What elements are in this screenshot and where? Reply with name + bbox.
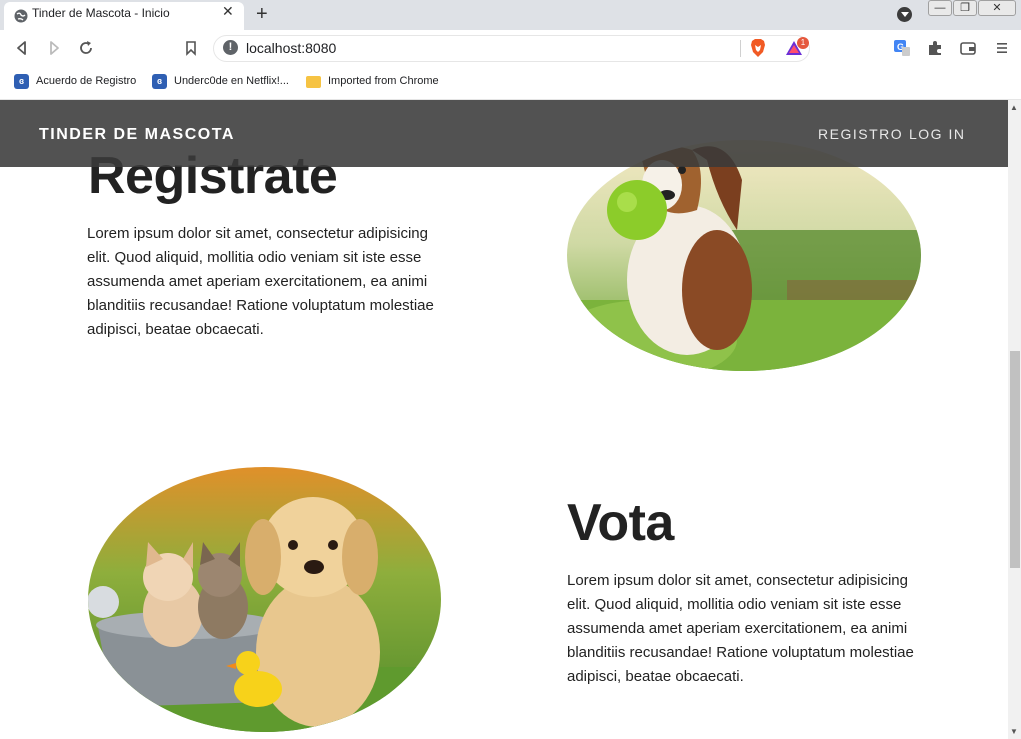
site-brand[interactable]: TINDER DE MASCOTA [39, 126, 235, 144]
back-icon[interactable] [14, 40, 30, 56]
restore-button[interactable]: ❐ [953, 0, 977, 16]
scrollbar-thumb[interactable] [1010, 351, 1020, 568]
bookmark-item[interactable]: ɞ Underc0de en Netflix!... [152, 73, 297, 91]
folder-icon [306, 76, 321, 88]
extensions-icon[interactable] [926, 39, 944, 57]
close-window-button[interactable]: ✕ [978, 0, 1016, 16]
beagle-image [567, 140, 921, 371]
reload-icon[interactable] [78, 40, 94, 56]
scroll-down-arrow-icon[interactable]: ▼ [1010, 727, 1018, 736]
bookmark-label: Acuerdo de Registro [36, 75, 137, 87]
bookmark-label: Underc0de en Netflix!... [174, 75, 289, 87]
bookmark-item[interactable]: ɞ Acuerdo de Registro [14, 73, 144, 91]
tab-search-icon[interactable] [897, 7, 912, 22]
menu-icon[interactable] [993, 39, 1011, 57]
divider [740, 40, 741, 57]
brave-shields-icon[interactable] [750, 38, 766, 58]
kittens-puppy-image [88, 467, 441, 732]
page-viewport: Registrate Lorem ipsum dolor sit amet, c… [0, 100, 1008, 739]
bookmark-label: Imported from Chrome [328, 75, 439, 87]
site-icon: ɞ [152, 74, 167, 89]
nav-link-login[interactable]: LOG IN [909, 126, 965, 142]
section-text-registrate: Lorem ipsum dolor sit amet, consectetur … [87, 225, 434, 338]
nav-link-registro[interactable]: REGISTRO [818, 126, 903, 142]
section-title-vota: Vota [567, 494, 674, 552]
bookmark-icon[interactable] [184, 40, 198, 56]
site-navbar: TINDER DE MASCOTA REGISTRO LOG IN [0, 100, 1008, 167]
globe-icon [14, 9, 28, 23]
translate-icon[interactable]: G [893, 39, 911, 57]
url-text[interactable]: localhost:8080 [246, 40, 336, 56]
tab-title: Tinder de Mascota - Inicio [32, 6, 170, 20]
minimize-button[interactable]: — [928, 0, 952, 16]
site-info-icon[interactable]: ! [223, 40, 238, 55]
new-tab-button[interactable]: + [256, 2, 268, 26]
forward-icon[interactable] [46, 40, 62, 56]
wallet-icon[interactable] [959, 39, 977, 57]
rewards-badge: 1 [797, 37, 809, 49]
scroll-up-arrow-icon[interactable]: ▲ [1010, 103, 1018, 112]
section-text-vota: Lorem ipsum dolor sit amet, consectetur … [567, 572, 914, 685]
site-icon: ɞ [14, 74, 29, 89]
tab-close-icon[interactable]: ✕ [222, 3, 234, 20]
bookmark-folder[interactable]: Imported from Chrome [306, 73, 446, 91]
